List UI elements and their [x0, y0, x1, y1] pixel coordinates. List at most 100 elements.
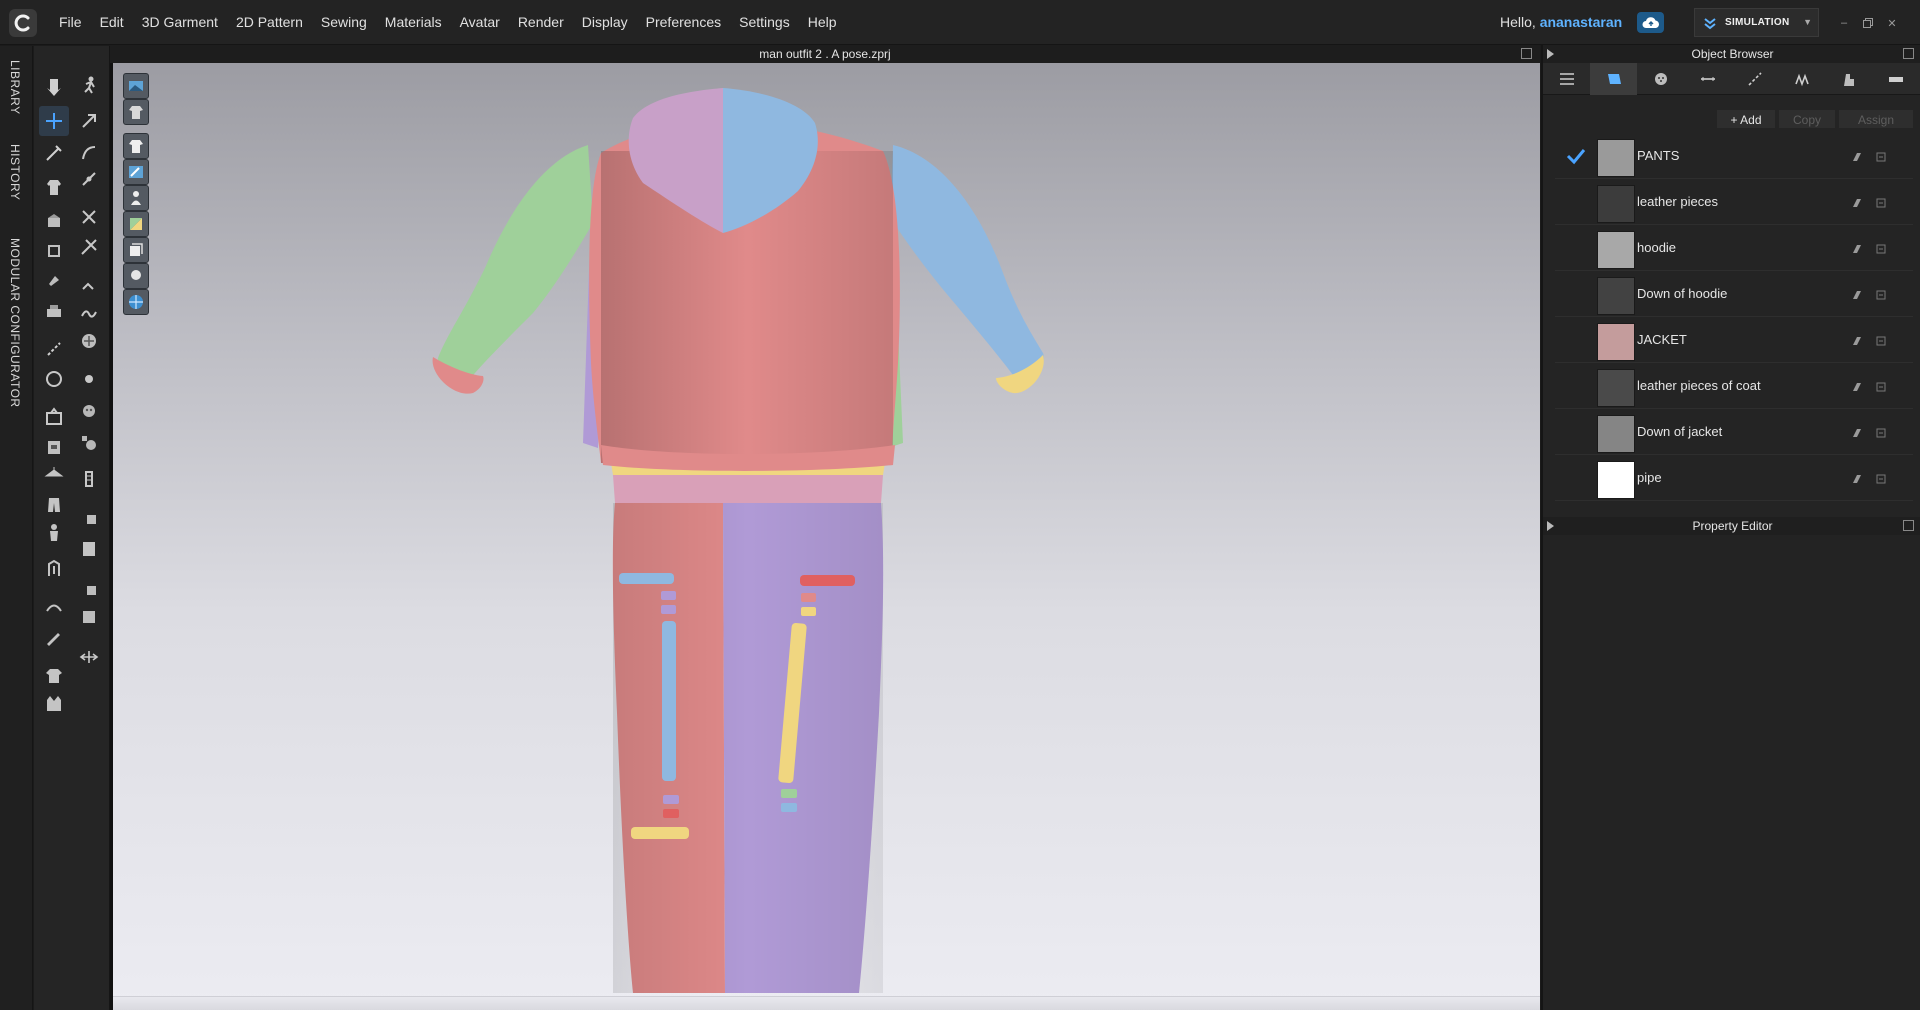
simulation-quality-icon[interactable] — [123, 73, 149, 99]
texture-edit-icon[interactable] — [39, 402, 69, 432]
list-item[interactable]: PANTS — [1555, 134, 1913, 179]
pin-tool-icon[interactable] — [39, 266, 69, 296]
show-avatar-icon[interactable] — [123, 185, 149, 211]
brush-tool-icon[interactable] — [39, 622, 69, 652]
fold-arrangement-icon[interactable] — [39, 296, 69, 326]
ruler-icon[interactable] — [1872, 63, 1919, 95]
show-pattern-icon[interactable] — [123, 159, 149, 185]
puckering-icon[interactable] — [1731, 63, 1778, 95]
list-item[interactable]: Down of hoodie — [1555, 272, 1913, 317]
fabric-icon[interactable] — [1590, 63, 1637, 95]
delete-icon[interactable] — [1875, 380, 1887, 392]
fold-tool-icon[interactable] — [39, 206, 69, 236]
trim-left-3[interactable] — [661, 605, 676, 614]
jacket-tool-icon[interactable] — [39, 688, 69, 718]
app-logo-icon[interactable] — [9, 9, 37, 37]
trim-left-yellow[interactable] — [631, 827, 689, 839]
zipper-icon[interactable] — [1778, 63, 1825, 95]
collapse-arrow-icon[interactable] — [1547, 521, 1554, 531]
button-tool-icon[interactable] — [74, 364, 104, 394]
mode-selector[interactable]: SIMULATION ▼ — [1694, 8, 1819, 37]
piping-tool-icon[interactable] — [74, 504, 104, 534]
eraser-icon[interactable] — [1851, 196, 1863, 208]
avatar-tool-icon[interactable] — [39, 518, 69, 548]
select-button-icon[interactable] — [74, 428, 104, 458]
point-edit-icon[interactable] — [74, 106, 104, 136]
trim-left-2[interactable] — [661, 591, 676, 600]
menu-3d-garment[interactable]: 3D Garment — [133, 0, 227, 45]
button-icon[interactable] — [1637, 63, 1684, 95]
delete-icon[interactable] — [1875, 334, 1887, 346]
avatar-measure-icon[interactable] — [39, 364, 69, 394]
avatar-icon[interactable] — [1825, 63, 1872, 95]
collapse-arrow-icon[interactable] — [1547, 49, 1554, 59]
trim-right-3[interactable] — [801, 607, 816, 616]
garment-tool-icon[interactable] — [39, 172, 69, 202]
environment-globe-icon[interactable] — [123, 289, 149, 315]
pattern-texture-icon[interactable] — [74, 326, 104, 356]
add-fabric-button[interactable]: + Add — [1716, 109, 1776, 129]
username-link[interactable]: ananastaran — [1540, 14, 1622, 30]
restore-icon[interactable] — [1861, 16, 1875, 30]
buttonhole-tool-icon[interactable] — [74, 396, 104, 426]
trim-left-4[interactable] — [663, 795, 679, 804]
topstitch-icon[interactable] — [1684, 63, 1731, 95]
steam-tool-icon[interactable] — [39, 592, 69, 622]
trim-right-1[interactable] — [800, 575, 855, 586]
left-sleeve[interactable] — [437, 145, 593, 383]
trim-left-5[interactable] — [663, 809, 679, 818]
garment-view-icon[interactable] — [123, 99, 149, 125]
trim-left-stripe[interactable] — [662, 621, 676, 781]
menu-sewing[interactable]: Sewing — [312, 0, 376, 45]
hanger-tool-icon[interactable] — [39, 460, 69, 490]
trim-left-1[interactable] — [619, 573, 674, 584]
menu-2d-pattern[interactable]: 2D Pattern — [227, 0, 312, 45]
menu-render[interactable]: Render — [509, 0, 573, 45]
assign-fabric-button[interactable]: Assign — [1838, 109, 1914, 129]
eraser-icon[interactable] — [1851, 426, 1863, 438]
delete-icon[interactable] — [1875, 426, 1887, 438]
binding-tool-icon[interactable] — [74, 534, 104, 564]
texture-view-icon[interactable] — [123, 211, 149, 237]
edit-pattern-tool-icon[interactable] — [39, 138, 69, 168]
pants-tool-icon[interactable] — [39, 490, 69, 520]
delete-icon[interactable] — [1875, 196, 1887, 208]
sewing-line-icon[interactable] — [74, 270, 104, 300]
eraser-icon[interactable] — [1851, 150, 1863, 162]
eraser-icon[interactable] — [1851, 288, 1863, 300]
eraser-icon[interactable] — [1851, 380, 1863, 392]
fill-tool-icon[interactable] — [74, 602, 104, 632]
simulation-avatar-icon[interactable] — [74, 70, 104, 100]
segment-sewing-icon[interactable] — [39, 334, 69, 364]
select-move-tool-icon[interactable] — [39, 72, 69, 102]
avatar-silhouette-icon[interactable] — [123, 263, 149, 289]
menu-preferences[interactable]: Preferences — [637, 0, 730, 45]
list-item[interactable]: JACKET — [1555, 318, 1913, 363]
tab-library[interactable]: LIBRARY — [8, 60, 22, 115]
eraser-icon[interactable] — [1851, 472, 1863, 484]
menu-settings[interactable]: Settings — [730, 0, 799, 45]
cloud-sync-button[interactable] — [1637, 12, 1664, 33]
3d-viewport[interactable] — [110, 63, 1540, 1010]
trim-right-5[interactable] — [781, 803, 797, 812]
add-point-icon[interactable] — [74, 164, 104, 194]
fit-map-icon[interactable] — [39, 554, 69, 584]
tab-history[interactable]: HISTORY — [8, 144, 22, 200]
menu-materials[interactable]: Materials — [376, 0, 451, 45]
tape-tool-icon[interactable] — [74, 574, 104, 604]
menu-file[interactable]: File — [50, 0, 91, 45]
measure-tool-icon[interactable] — [74, 642, 104, 672]
list-item[interactable]: leather pieces of coat — [1555, 364, 1913, 409]
graphic-tool-icon[interactable] — [39, 432, 69, 462]
undock-icon[interactable] — [1903, 48, 1914, 59]
menu-help[interactable]: Help — [799, 0, 846, 45]
pants-waistband[interactable] — [613, 475, 883, 503]
undock-icon[interactable] — [1903, 520, 1914, 531]
eraser-icon[interactable] — [1851, 242, 1863, 254]
right-sleeve[interactable] — [891, 145, 1044, 378]
delete-icon[interactable] — [1875, 288, 1887, 300]
delete-icon[interactable] — [1875, 242, 1887, 254]
eraser-icon[interactable] — [1851, 334, 1863, 346]
checkmark-icon[interactable] — [1566, 147, 1586, 165]
close-icon[interactable]: ✕ — [1885, 16, 1899, 30]
